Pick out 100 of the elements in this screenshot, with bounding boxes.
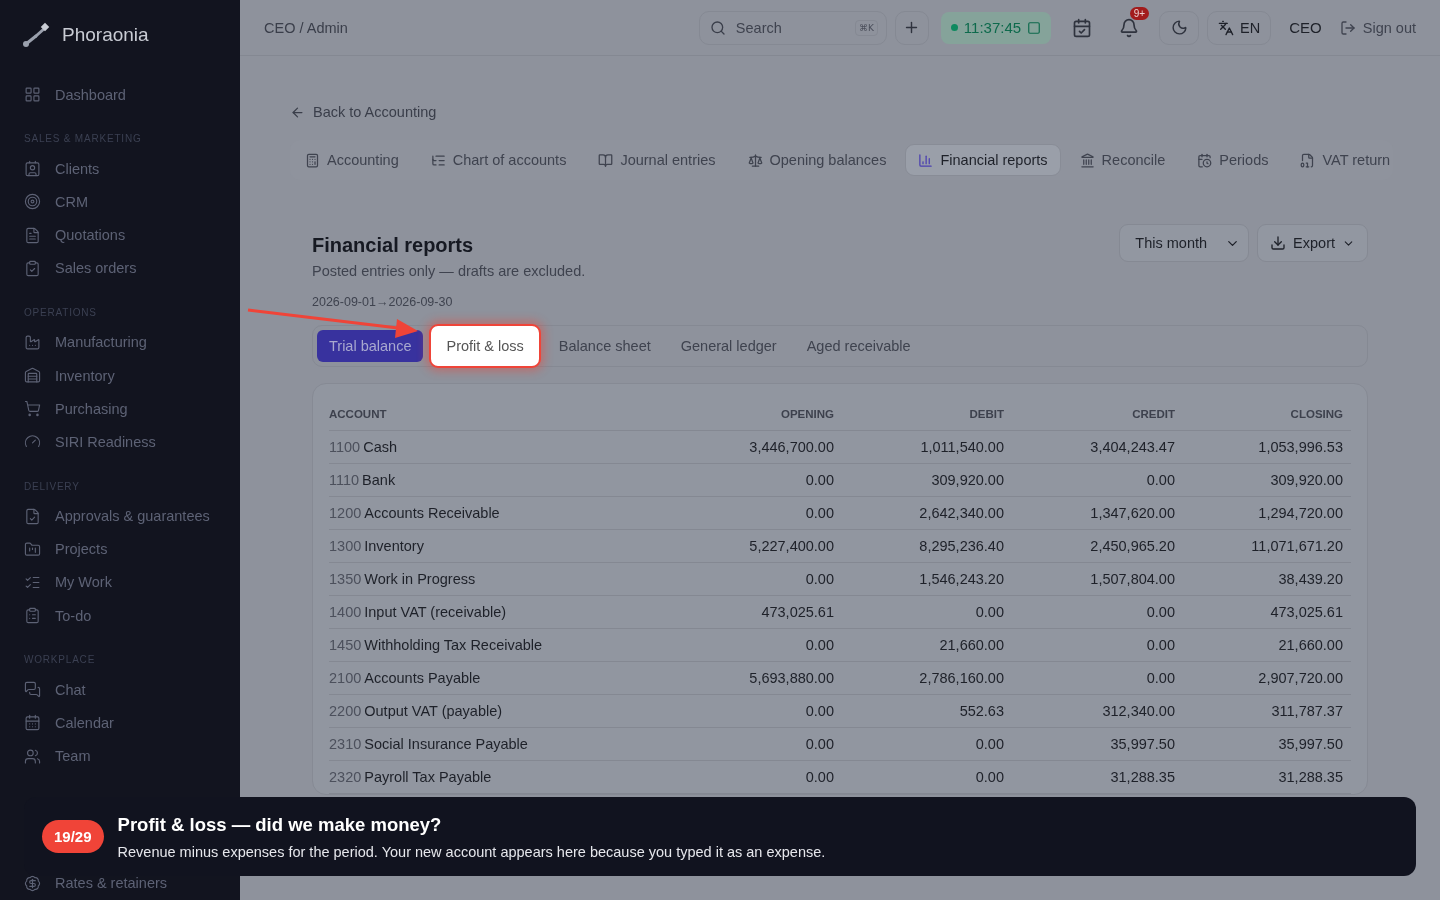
nav-item[interactable]: Projects — [0, 532, 240, 566]
nav-item[interactable]: Purchasing — [0, 392, 240, 426]
warehouse-icon — [24, 367, 41, 385]
report-tab[interactable]: Trial balance — [317, 330, 424, 362]
download-icon — [1270, 235, 1287, 251]
chat-icon — [24, 681, 41, 699]
amount-cell-text: 312,340.00 — [1101, 703, 1175, 719]
report-tab[interactable]: General ledger — [668, 330, 789, 362]
amount-cell-text: 0.00 — [804, 769, 834, 785]
export-button[interactable]: Export — [1257, 224, 1368, 262]
scale-icon — [747, 152, 763, 168]
amount-cell-text: 0.00 — [1145, 472, 1175, 488]
account-code: 1450 — [329, 637, 362, 653]
breadcrumb: CEO / Admin — [264, 19, 348, 36]
nav-item[interactable]: Manufacturing — [0, 325, 240, 360]
report-tab[interactable]: Profit & loss — [429, 324, 541, 368]
file-check-icon — [24, 507, 41, 525]
account-code: 1200 — [329, 505, 362, 521]
module-tab[interactable]: Periods — [1184, 144, 1282, 176]
nav-item[interactable]: Clients — [0, 152, 240, 186]
date-range: 2026-09-01→2026-09-30 — [312, 295, 454, 309]
search-icon — [709, 19, 726, 36]
bell-icon — [1119, 17, 1140, 38]
nav-item[interactable]: CRM — [0, 185, 240, 219]
module-tab[interactable]: Chart of accounts — [417, 144, 580, 176]
language-button[interactable]: EN — [1207, 10, 1272, 45]
search-input[interactable]: Search — [733, 18, 847, 37]
nav-item[interactable]: Team — [0, 739, 240, 773]
nav-item[interactable]: Rates & retainers — [0, 866, 240, 900]
book-icon — [598, 152, 614, 168]
bar-chart-icon — [918, 152, 934, 168]
module-tab[interactable]: Financial reports — [905, 144, 1061, 176]
nav-item[interactable]: Inventory — [0, 359, 240, 393]
nav-item[interactable]: Dashboard — [0, 78, 240, 112]
amount-cell-text: 0.00 — [974, 604, 1004, 620]
amount-cell-text: 1,011,540.00 — [919, 439, 1004, 455]
amount-cell-text: 3,404,243.47 — [1089, 439, 1175, 455]
dollar-badge-icon — [24, 874, 41, 892]
timer[interactable]: 11:37:45 — [940, 11, 1052, 44]
module-tab[interactable]: Accounting — [292, 144, 412, 176]
nav-item[interactable]: Chat — [0, 673, 240, 707]
account-code: 1350 — [329, 571, 362, 587]
account-name: Work in Progress — [364, 571, 476, 587]
amount-cell-text: 5,693,880.00 — [748, 670, 834, 686]
notifications-button[interactable]: 9+ — [1107, 6, 1152, 49]
shortcut-hint: ⌘K — [854, 19, 878, 36]
back-link[interactable]: Back to Accounting — [290, 104, 1440, 120]
amount-cell-text: 0.00 — [804, 703, 834, 719]
account-code: 2100 — [329, 670, 362, 686]
amount-cell-text: 2,450,965.20 — [1089, 538, 1175, 554]
amount-cell-text: 31,288.35 — [1277, 769, 1343, 785]
amount-cell-text: 1,347,620.00 — [1089, 505, 1175, 521]
module-tab[interactable]: Reconcile — [1066, 144, 1179, 176]
bank-icon — [1079, 152, 1095, 168]
amount-cell-text: 0.00 — [974, 769, 1004, 785]
module-tab[interactable]: Opening balances — [734, 144, 900, 176]
sign-out-link[interactable]: Sign out — [1339, 19, 1416, 36]
clipboard-check-icon — [24, 259, 41, 277]
search-box[interactable]: Search ⌘K — [698, 10, 887, 45]
users-icon — [24, 747, 41, 765]
nav-item[interactable]: To-do — [0, 599, 240, 633]
report-subtitle: Posted entries only — drafts are excluded. — [312, 263, 586, 279]
stop-icon — [1027, 20, 1042, 35]
account-name: Cash — [363, 439, 398, 455]
amount-cell-text: 0.00 — [804, 637, 834, 653]
user-name: CEO — [1289, 19, 1322, 36]
nav-item[interactable]: Calendar — [0, 706, 240, 740]
nav-item[interactable]: My Work — [0, 565, 240, 600]
amount-cell-text: 2,642,340.00 — [918, 505, 1004, 521]
account-name: Bank — [362, 472, 396, 488]
cart-icon — [24, 400, 41, 418]
grid-icon — [24, 86, 41, 104]
column-header: ACCOUNT — [329, 408, 388, 420]
amount-cell-text: 2,786,160.00 — [918, 670, 1004, 686]
report-tab[interactable]: Aged receivable — [794, 330, 923, 362]
nav-item[interactable]: Approvals & guarantees — [0, 499, 240, 533]
amount-cell-text: 0.00 — [804, 571, 834, 587]
clipboard-icon — [24, 607, 41, 625]
column-header: DEBIT — [968, 408, 1004, 420]
account-code: 1400 — [329, 604, 362, 620]
sign-out-icon — [1339, 19, 1356, 36]
report-title: Financial reports — [312, 234, 475, 257]
report-tab[interactable]: Balance sheet — [546, 330, 663, 362]
module-tab[interactable]: VAT return — [1287, 144, 1404, 176]
account-name: Payroll Tax Payable — [364, 769, 492, 785]
period-select[interactable]: This month — [1119, 224, 1250, 262]
nav-item[interactable]: Quotations — [0, 218, 240, 252]
translate-icon — [1218, 19, 1235, 36]
nav-item[interactable]: Sales orders — [0, 251, 240, 285]
nav-item[interactable]: SIRI Readiness — [0, 425, 240, 459]
amount-cell-text: 31,288.35 — [1109, 769, 1175, 785]
document-icon — [24, 226, 41, 244]
amount-cell-text: 552.63 — [958, 703, 1004, 719]
module-tab[interactable]: Journal entries — [585, 144, 729, 176]
amount-cell-text: 21,660.00 — [938, 637, 1004, 653]
account-code: 1100 — [329, 439, 361, 455]
amount-cell-text: 2,907,720.00 — [1257, 670, 1343, 686]
theme-button[interactable] — [1159, 10, 1200, 45]
calendar-clock-icon — [1197, 152, 1213, 168]
moon-icon — [1170, 19, 1188, 36]
